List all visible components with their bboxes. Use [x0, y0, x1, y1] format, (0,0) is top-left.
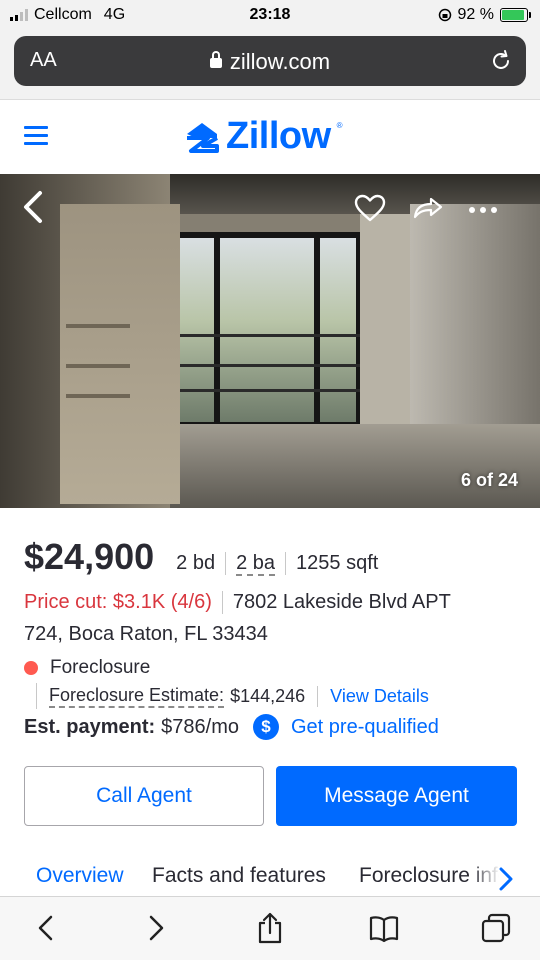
address-line-2: 724, Boca Raton, FL 33434 [24, 623, 268, 645]
beds: 2 bd [176, 552, 216, 574]
domain-text: zillow.com [229, 49, 331, 74]
section-tabs: Overview Facts and features Foreclosure … [0, 860, 540, 896]
photo-counter: 6 of 24 [460, 470, 518, 490]
status-right: 92 % [438, 6, 531, 24]
more-options-icon[interactable] [468, 206, 498, 214]
bookmarks-icon[interactable] [368, 911, 400, 945]
dollar-icon[interactable]: $ [253, 714, 279, 740]
back-icon[interactable] [30, 911, 62, 945]
registered-mark: ® [336, 121, 343, 130]
orientation-lock-icon [438, 8, 451, 22]
address-line-1: 7802 Lakeside Blvd APT [232, 591, 451, 613]
share-icon[interactable] [412, 196, 444, 220]
share-sheet-icon[interactable] [254, 911, 286, 945]
battery-icon [500, 8, 531, 22]
address-row: Price cut: $3.1K (4/6) 7802 Lakeside Blv… [24, 591, 451, 614]
status-text: Foreclosure [50, 657, 151, 678]
status-bar: Cellcom 4G 23:18 92 % [0, 0, 540, 32]
payment-label: Est. payment: [24, 715, 156, 738]
status-dot-icon [24, 661, 38, 675]
zillow-logo[interactable]: Zillow ® [184, 115, 343, 158]
view-details-link[interactable]: View Details [317, 685, 429, 707]
site-header: Zillow ® [0, 100, 540, 174]
price-row: $24,900 2 bd 2 ba 1255 sqft [24, 536, 388, 578]
estimate-row: Foreclosure Estimate: $144,246 View Deta… [36, 683, 429, 709]
payment-row: Est. payment: $786/mo $ Get pre-qualifie… [24, 714, 439, 740]
call-agent-button[interactable]: Call Agent [24, 766, 264, 826]
brand-name: Zillow [226, 115, 331, 157]
payment-value: $786/mo [161, 715, 239, 738]
listing-price: $24,900 [24, 536, 155, 577]
square-feet: 1255 sqft [285, 552, 388, 575]
chevron-right-icon[interactable] [496, 866, 516, 892]
price-cut: Price cut: $3.1K (4/6) [24, 591, 223, 614]
baths-value[interactable]: 2 ba [236, 552, 276, 576]
photo-window [172, 232, 362, 428]
listing-status: Foreclosure [24, 657, 150, 679]
listing-photo[interactable]: 6 of 24 [0, 174, 540, 508]
lock-icon [209, 51, 222, 68]
heart-icon[interactable] [354, 194, 386, 222]
tab-facts-features[interactable]: Facts and features [152, 864, 326, 888]
forward-icon[interactable] [140, 911, 172, 945]
zillow-mark-icon [187, 122, 219, 153]
back-arrow-icon[interactable] [20, 190, 46, 224]
url-display[interactable]: zillow.com [14, 49, 526, 75]
estimate-label[interactable]: Foreclosure Estimate: [49, 685, 225, 708]
battery-percent: 92 % [457, 6, 494, 23]
tabs-icon[interactable] [480, 911, 512, 945]
estimate-value: $144,246 [230, 685, 306, 706]
tab-overview[interactable]: Overview [36, 864, 124, 888]
baths[interactable]: 2 ba [225, 552, 285, 576]
browser-toolbar [0, 896, 540, 960]
menu-icon[interactable] [24, 126, 48, 146]
address-bar[interactable]: AA zillow.com [14, 36, 526, 86]
message-agent-button[interactable]: Message Agent [276, 766, 517, 826]
get-prequalified-link[interactable]: Get pre-qualified [291, 716, 439, 739]
home-facts: 2 bd 2 ba 1255 sqft [176, 552, 388, 576]
browser-chrome: AA zillow.com [0, 32, 540, 100]
reload-icon[interactable] [488, 48, 514, 74]
